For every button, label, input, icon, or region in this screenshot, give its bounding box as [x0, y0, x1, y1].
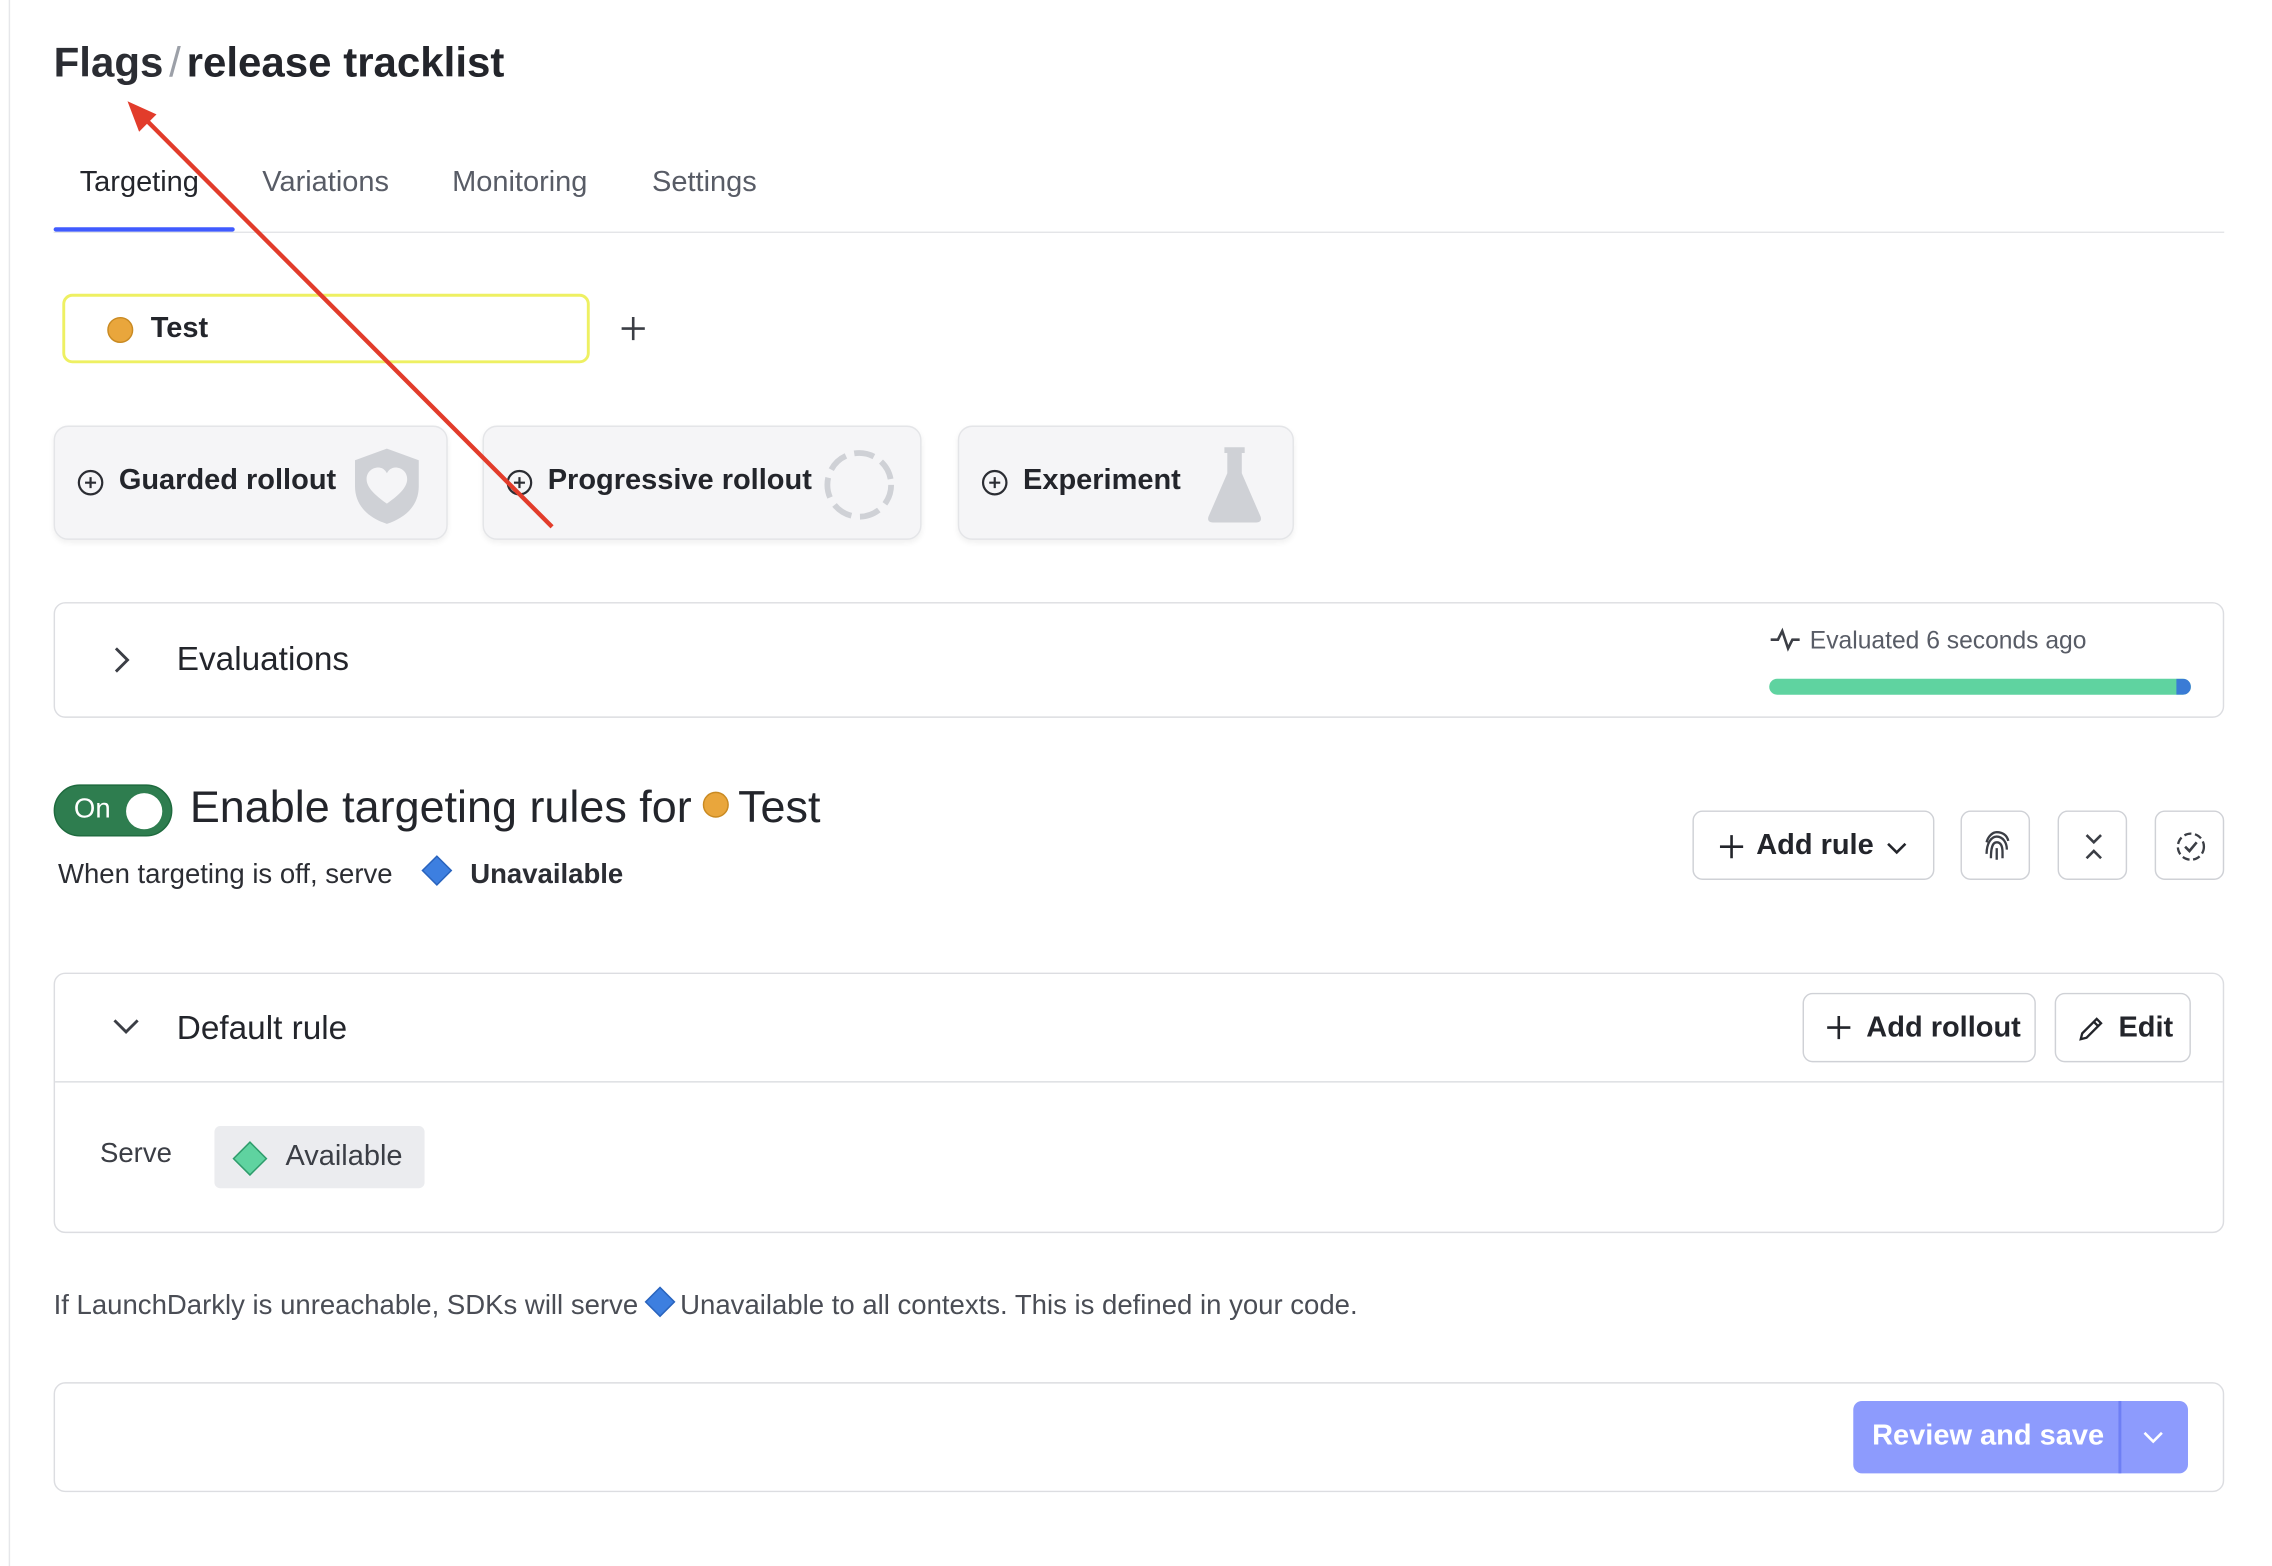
button-divider [2118, 1400, 2122, 1474]
chevron-down-icon[interactable] [110, 1015, 142, 1038]
add-rule-button[interactable]: Add rule [1692, 810, 1935, 880]
default-rule-title: Default rule [176, 1008, 348, 1047]
off-variation-value[interactable]: Unavailable [470, 860, 623, 890]
experiment-card[interactable]: Experiment [957, 425, 1294, 540]
fallback-note-suffix: to all contexts. This is defined in your… [831, 1290, 1358, 1322]
save-bar: Review and save [53, 1382, 2225, 1493]
review-check-button[interactable] [2154, 810, 2225, 880]
tab-settings[interactable]: Settings [652, 166, 757, 199]
collapse-icon [2085, 834, 2102, 860]
plus-icon [1719, 835, 1744, 859]
evaluations-panel[interactable]: Evaluations Evaluated 6 seconds ago [53, 602, 2225, 718]
dashed-circle-icon [824, 450, 895, 520]
review-and-save-button[interactable]: Review and save [1853, 1400, 2188, 1474]
environment-color-dot [703, 791, 730, 818]
add-rollout-button[interactable]: Add rollout [1802, 992, 2036, 1063]
chevron-down-icon [1887, 842, 1907, 855]
available-variation-icon [232, 1141, 268, 1176]
plus-icon [1827, 1016, 1851, 1040]
off-variation-line: When targeting is off, serve Unavailable [57, 855, 623, 892]
dashed-check-circle-icon [2176, 832, 2206, 861]
default-rule-panel: Default rule Add rollout Edit Serve Avai… [53, 972, 2225, 1234]
review-and-save-label: Review and save [1872, 1419, 2105, 1452]
tab-bar: Targeting Variations Monitoring Settings [53, 159, 2225, 234]
progressive-rollout-card[interactable]: Progressive rollout [482, 425, 922, 540]
off-variation-prefix: When targeting is off, serve [57, 859, 393, 891]
plus-icon [621, 316, 645, 341]
evaluations-status-text: Evaluated 6 seconds ago [1809, 626, 2087, 655]
environment-selector[interactable]: Test [62, 293, 590, 364]
evaluations-status: Evaluated 6 seconds ago [1769, 627, 2086, 656]
breadcrumb-separator: / [169, 40, 181, 87]
chevron-down-icon[interactable] [2139, 1423, 2168, 1452]
pencil-icon [2079, 1017, 2103, 1041]
guarded-rollout-card[interactable]: Guarded rollout [53, 425, 448, 540]
default-rule-header[interactable]: Default rule Add rollout Edit [55, 974, 2223, 1083]
evaluations-label: Evaluations [176, 639, 350, 678]
tab-monitoring[interactable]: Monitoring [452, 166, 587, 199]
breadcrumb-flags-link[interactable]: Flags [54, 41, 164, 87]
progressive-rollout-label: Progressive rollout [547, 464, 812, 497]
add-rule-label: Add rule [1756, 829, 1874, 862]
fallback-note: If LaunchDarkly is unreachable, SDKs wil… [53, 1286, 1358, 1323]
toggle-label: On [73, 794, 111, 825]
plus-circle-icon [77, 469, 104, 496]
flag-name: release tracklist [186, 40, 505, 87]
edit-button[interactable]: Edit [2054, 992, 2191, 1063]
fallback-variation: Unavailable [680, 1290, 825, 1322]
collapse-all-button[interactable] [2057, 810, 2128, 880]
tab-variations[interactable]: Variations [262, 166, 389, 199]
page-title: Flags / release tracklist [54, 41, 505, 89]
toggle-knob [126, 793, 163, 830]
targeting-heading-environment: Test [738, 781, 821, 833]
fingerprint-button[interactable] [1960, 810, 2031, 880]
add-environment-button[interactable] [614, 304, 652, 353]
left-border [8, 0, 11, 1566]
targeting-heading-text: Enable targeting rules for [189, 781, 692, 833]
environment-name: Test [150, 312, 209, 345]
shield-heart-icon [355, 448, 419, 524]
page: Flags / release tracklist Targeting Variat… [0, 0, 2272, 1566]
serve-label: Serve [99, 1139, 172, 1170]
targeting-heading: Enable targeting rules for Test [190, 782, 821, 834]
fallback-note-prefix: If LaunchDarkly is unreachable, SDKs wil… [53, 1290, 639, 1322]
flask-icon [1208, 447, 1262, 523]
active-tab-indicator [53, 227, 235, 232]
plus-circle-icon [981, 469, 1008, 496]
activity-pulse-icon [1770, 627, 1800, 652]
experiment-label: Experiment [1022, 464, 1181, 497]
default-variation-value: Available [285, 1140, 403, 1173]
guarded-rollout-label: Guarded rollout [118, 464, 337, 497]
edit-label: Edit [2118, 1011, 2174, 1044]
add-rollout-label: Add rollout [1866, 1011, 2021, 1044]
evaluations-progress-segment [2176, 678, 2191, 695]
chevron-right-icon[interactable] [110, 643, 133, 678]
plus-circle-icon [506, 469, 533, 496]
targeting-toggle[interactable]: On [53, 784, 173, 837]
default-variation-selector[interactable]: Available [214, 1125, 425, 1189]
fingerprint-icon [1985, 831, 2010, 860]
evaluations-progress-bar [1769, 678, 2191, 695]
environment-color-dot [107, 316, 134, 344]
unavailable-variation-icon [421, 855, 453, 886]
tab-targeting[interactable]: Targeting [80, 166, 199, 199]
unavailable-variation-icon [645, 1286, 676, 1318]
